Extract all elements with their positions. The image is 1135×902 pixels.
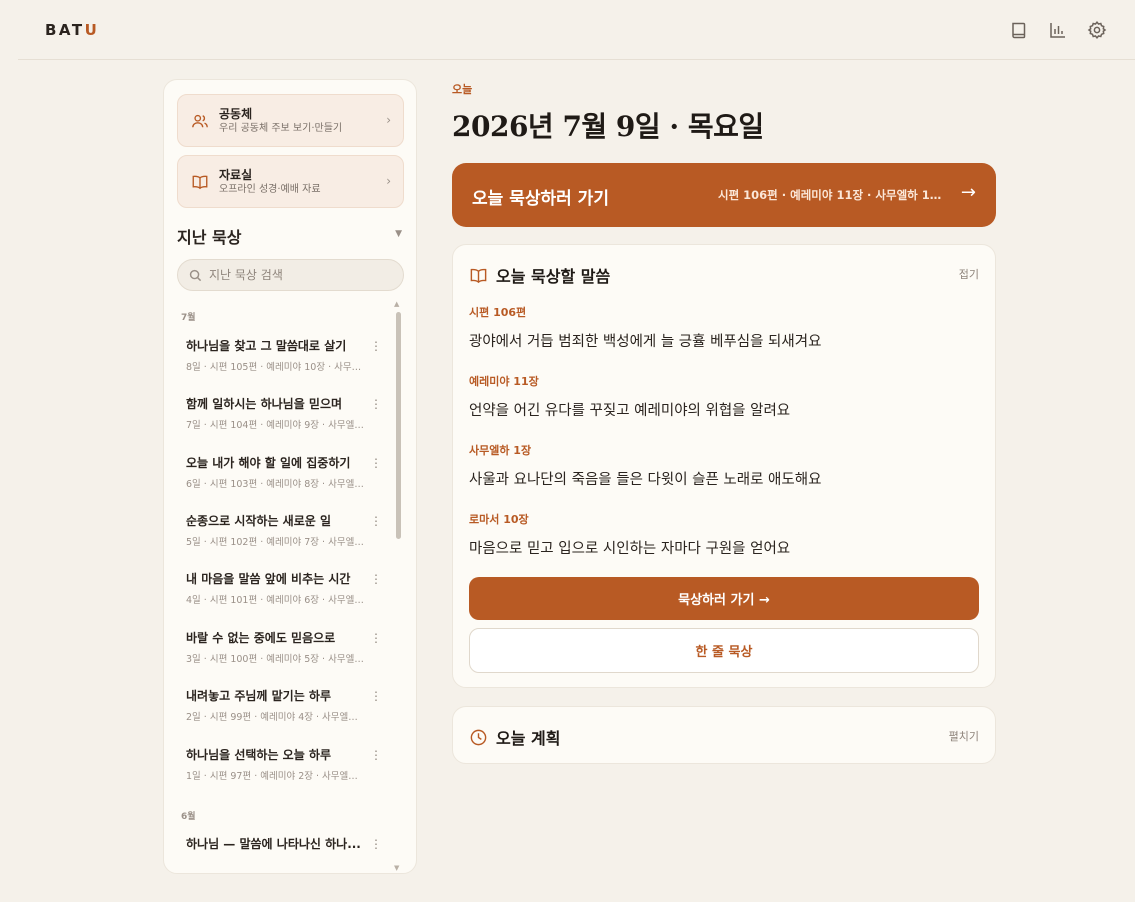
past-search-box[interactable] [177, 259, 404, 291]
clock-icon [470, 729, 487, 745]
top-divider [18, 59, 1135, 60]
collapse-button[interactable]: 접기 [959, 266, 979, 282]
more-options-icon[interactable]: ⋮ [370, 338, 382, 354]
entry-meta: 1일 · 시편 97편 · 예레미야 2장 · 사무엘하 1장 [186, 771, 364, 782]
list-item[interactable]: 하나님 — 말씀에 나타나신 하나... ⋮ [174, 826, 388, 873]
reading-item[interactable]: 로마서 10장 마음으로 믿고 입으로 시인하는 자마다 구원을 얻어요 [469, 511, 790, 558]
entry-title: 하나님 — 말씀에 나타나신 하나... [186, 837, 361, 851]
entry-title: 하나님을 선택하는 오늘 하루 [186, 748, 332, 762]
list-item[interactable]: 순종으로 시작하는 새로운 일 5일 · 시편 102편 · 예레미야 7장 ·… [174, 503, 388, 555]
entry-title: 하나님을 찾고 그 말씀대로 살기 [186, 339, 347, 353]
reading-item[interactable]: 사무엘하 1장 사울과 요나단의 죽음을 들은 다윗이 슬픈 노래로 애도해요 [469, 442, 821, 489]
reading-ref: 사무엘하 1장 [469, 444, 532, 457]
reading-item[interactable]: 예레미야 11장 언약을 어긴 유다를 꾸짖고 예레미야의 위협을 알려요 [469, 373, 790, 420]
entry-meta: 3일 · 시편 100편 · 예레미야 5장 · 사무엘하 3장 [186, 654, 364, 665]
reading-ref: 예레미야 11장 [469, 375, 539, 388]
scroll-down-icon[interactable]: ▼ [394, 864, 399, 872]
banner-readings: 시편 106편 · 예레미야 11장 · 사무엘하 1장 · 로마서 10장 [718, 188, 948, 202]
app-logo[interactable]: BATU [45, 21, 99, 39]
entry-title: 내 마음을 말씀 앞에 비추는 시간 [186, 572, 351, 586]
gear-icon[interactable] [1087, 19, 1107, 41]
sidebar: 공동체 우리 공동체 주보 보기·만들기 › 자료실 오프라인 성경·예배 자료… [163, 79, 417, 874]
readings-card-title: 오늘 묵상할 말씀 [496, 267, 611, 286]
meditate-button[interactable]: 묵상하러 가기 → [469, 577, 979, 620]
more-options-icon[interactable]: ⋮ [370, 513, 382, 529]
entry-meta: 5일 · 시편 102편 · 예레미야 7장 · 사무엘하 5장 [186, 537, 364, 548]
top-icon-group [1009, 19, 1107, 41]
more-options-icon[interactable]: ⋮ [370, 455, 382, 471]
more-options-icon[interactable]: ⋮ [370, 836, 382, 852]
entry-title: 순종으로 시작하는 새로운 일 [186, 514, 332, 528]
list-item[interactable]: 바랄 수 없는 중에도 믿음으로 3일 · 시편 100편 · 예레미야 5장 … [174, 620, 388, 672]
logo-accent: U [84, 21, 100, 39]
entry-meta: 6일 · 시편 103편 · 예레미야 8장 · 사무엘하 6장 [186, 479, 364, 490]
book-icon[interactable] [1009, 19, 1029, 41]
entry-title: 내려놓고 주님께 맡기는 하루 [186, 689, 332, 703]
logo-text: BAT [45, 21, 85, 39]
expand-button[interactable]: 펼치기 [949, 728, 979, 744]
readings-card: 오늘 묵상할 말씀 접기 시편 106편 광야에서 거듭 범죄한 백성에게 늘 … [452, 244, 996, 688]
reading-ref: 로마서 10장 [469, 513, 529, 526]
community-card-title: 공동체 [219, 106, 253, 121]
library-card-subtitle: 오프라인 성경·예배 자료 [219, 183, 321, 195]
entry-meta: 2일 · 시편 99편 · 예레미야 4장 · 사무엘하 2장 [186, 712, 364, 723]
go-meditate-banner[interactable]: 오늘 묵상하러 가기 시편 106편 · 예레미야 11장 · 사무엘하 1장 … [452, 163, 996, 227]
list-item[interactable]: 오늘 내가 해야 할 일에 집중하기 6일 · 시편 103편 · 예레미야 8… [174, 445, 388, 497]
sidebar-scrollbar[interactable]: ▲ ▼ [394, 300, 401, 872]
entry-meta: 4일 · 시편 101편 · 예레미야 6장 · 사무엘하 4장 [186, 595, 364, 606]
reading-summary: 마음으로 믿고 입으로 시인하는 자마다 구원을 얻어요 [469, 541, 791, 557]
reading-item[interactable]: 시편 106편 광야에서 거듭 범죄한 백성에게 늘 긍휼 베푸심을 되새겨요 [469, 304, 821, 351]
entry-title: 함께 일하시는 하나님을 믿으며 [186, 397, 343, 411]
today-label: 오늘 [452, 83, 473, 96]
plan-card[interactable]: 오늘 계획 펼치기 [452, 706, 996, 764]
list-item[interactable]: 하나님을 찾고 그 말씀대로 살기 8일 · 시편 105편 · 예레미야 10… [174, 328, 388, 380]
more-options-icon[interactable]: ⋮ [370, 747, 382, 763]
reading-summary: 언약을 어긴 유다를 꾸짖고 예레미야의 위협을 알려요 [469, 403, 791, 419]
collapse-toggle-icon[interactable]: ▼ [395, 229, 402, 239]
plan-card-header: 오늘 계획 [469, 725, 560, 749]
list-item[interactable]: 내려놓고 주님께 맡기는 하루 2일 · 시편 99편 · 예레미야 4장 · … [174, 678, 388, 730]
book-open-icon [470, 268, 487, 283]
reading-summary: 사울과 요나단의 죽음을 들은 다윗이 슬픈 노래로 애도해요 [469, 472, 822, 488]
entry-title: 오늘 내가 해야 할 일에 집중하기 [186, 456, 351, 470]
top-bar: BATU [0, 0, 1135, 60]
search-icon [189, 269, 202, 281]
people-icon [192, 114, 208, 127]
more-options-icon[interactable]: ⋮ [370, 688, 382, 704]
library-card-title: 자료실 [219, 167, 253, 182]
entry-meta: 8일 · 시편 105편 · 예레미야 10장 · 사무엘하 8장 [186, 362, 364, 373]
more-options-icon[interactable]: ⋮ [370, 571, 382, 587]
list-item[interactable]: 함께 일하시는 하나님을 믿으며 7일 · 시편 104편 · 예레미야 9장 … [174, 386, 388, 438]
book-open-icon [192, 175, 208, 189]
library-card[interactable]: 자료실 오프라인 성경·예배 자료 › [177, 155, 404, 208]
more-options-icon[interactable]: ⋮ [370, 396, 382, 412]
reading-ref: 시편 106편 [469, 306, 527, 319]
plan-card-title: 오늘 계획 [496, 729, 561, 748]
chevron-right-icon: › [386, 113, 391, 127]
entry-title: 바랄 수 없는 중에도 믿음으로 [186, 631, 336, 645]
month-label: 7월 [181, 313, 196, 323]
month-label: 6월 [181, 812, 196, 822]
bar-chart-icon[interactable] [1048, 19, 1068, 41]
community-card-subtitle: 우리 공동체 주보 보기·만들기 [219, 122, 343, 134]
scrollbar-thumb[interactable] [396, 312, 401, 539]
past-search-input[interactable] [209, 268, 389, 282]
list-item[interactable]: 하나님을 선택하는 오늘 하루 1일 · 시편 97편 · 예레미야 2장 · … [174, 737, 388, 789]
entry-meta: 7일 · 시편 104편 · 예레미야 9장 · 사무엘하 7장 [186, 420, 364, 431]
arrow-right-icon: → [960, 182, 976, 203]
reading-summary: 광야에서 거듭 범죄한 백성에게 늘 긍휼 베푸심을 되새겨요 [469, 334, 822, 350]
scroll-up-icon[interactable]: ▲ [394, 300, 399, 308]
readings-card-header: 오늘 묵상할 말씀 [469, 263, 610, 287]
past-meditations-title: 지난 묵상 [177, 228, 242, 247]
page-title: 2026년 7월 9일 · 목요일 [452, 110, 764, 143]
chevron-right-icon: › [386, 174, 391, 188]
one-line-meditation-button[interactable]: 한 줄 묵상 [469, 628, 979, 673]
list-item[interactable]: 내 마음을 말씀 앞에 비추는 시간 4일 · 시편 101편 · 예레미야 6… [174, 561, 388, 613]
community-card[interactable]: 공동체 우리 공동체 주보 보기·만들기 › [177, 94, 404, 147]
past-meditation-list: 7월 하나님을 찾고 그 말씀대로 살기 8일 · 시편 105편 · 예레미야… [164, 306, 396, 873]
banner-label: 오늘 묵상하러 가기 [472, 189, 609, 209]
more-options-icon[interactable]: ⋮ [370, 630, 382, 646]
